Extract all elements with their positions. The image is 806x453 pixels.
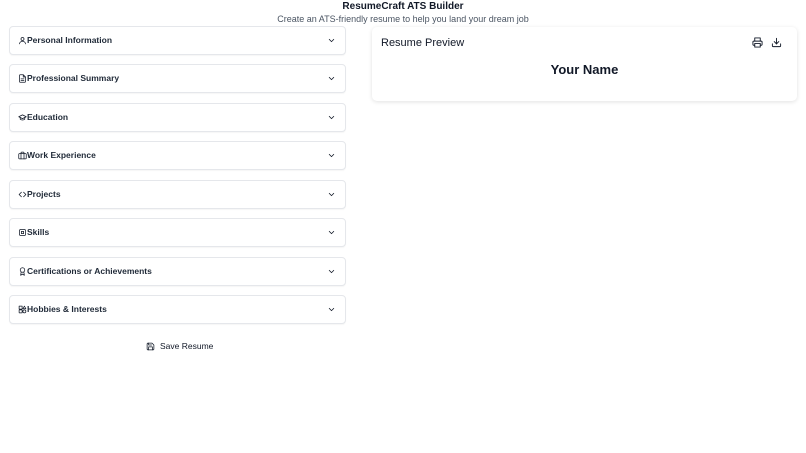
section-certifications[interactable]: Certifications or Achievements [9,257,346,286]
section-label: Projects [27,189,61,199]
graduation-cap-icon [18,113,27,122]
chevron-down-icon [327,113,336,122]
section-projects[interactable]: Projects [9,180,346,209]
section-label: Education [27,112,69,122]
user-icon [18,36,27,45]
section-label: Hobbies & Interests [27,304,107,314]
section-personal-information[interactable]: Personal Information [9,26,346,55]
resume-preview-card: Resume Preview Your Name [372,27,797,101]
section-label: Personal Information [27,35,113,45]
section-label: Professional Summary [27,73,120,83]
chevron-down-icon [327,228,336,237]
file-text-icon [18,74,27,83]
chevron-down-icon [327,267,336,276]
chevron-down-icon [327,190,336,199]
section-label: Certifications or Achievements [27,266,152,276]
chevron-down-icon [327,151,336,160]
save-resume-label: Save Resume [160,341,214,351]
app-title: ResumeCraft ATS Builder [342,1,464,12]
chevron-down-icon [327,36,336,45]
shapes-icon [18,305,27,314]
briefcase-icon [18,151,27,160]
app-subtitle: Create an ATS-friendly resume to help yo… [277,14,529,24]
cpu-icon [18,228,27,237]
section-professional-summary[interactable]: Professional Summary [9,64,346,93]
section-label: Work Experience [27,150,96,160]
chevron-down-icon [327,74,336,83]
section-education[interactable]: Education [9,103,346,132]
save-icon [146,342,155,351]
download-icon[interactable] [771,37,782,48]
preview-actions [752,37,786,49]
resume-name: Your Name [550,62,619,77]
code-icon [18,190,27,199]
section-label: Skills [27,227,50,237]
resume-builder-page: ResumeCraft ATS Builder Create an ATS-fr… [0,0,806,453]
section-skills[interactable]: Skills [9,218,346,247]
section-hobbies-interests[interactable]: Hobbies & Interests [9,295,346,324]
section-work-experience[interactable]: Work Experience [9,141,346,170]
save-resume-button[interactable]: Save Resume [140,338,216,356]
printer-icon[interactable] [752,37,763,48]
preview-title: Resume Preview [381,37,465,49]
chevron-down-icon [327,305,336,314]
award-icon [18,267,27,276]
